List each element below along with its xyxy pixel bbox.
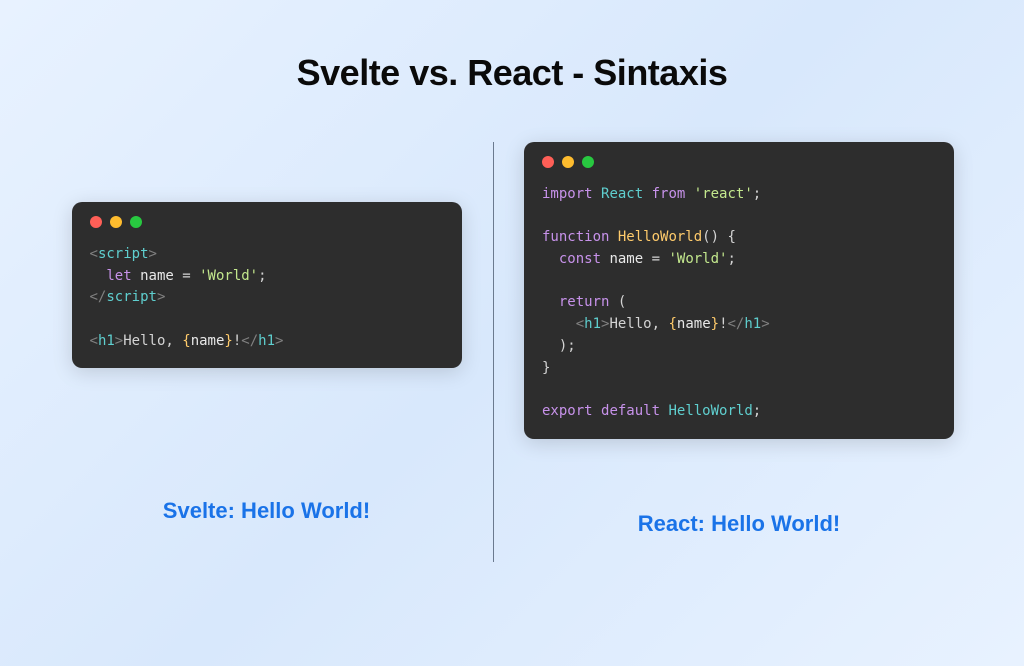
- maximize-dot-icon: [582, 156, 594, 168]
- minimize-dot-icon: [110, 216, 122, 228]
- react-code-line: function HelloWorld() {: [542, 227, 936, 249]
- react-code-line: const name = 'World';: [542, 249, 936, 271]
- svelte-caption: Svelte: Hello World!: [163, 458, 370, 524]
- react-code-line: [542, 206, 936, 228]
- svelte-code-line: let name = 'World';: [90, 266, 444, 288]
- window-controls: [90, 216, 444, 228]
- react-caption: React: Hello World!: [638, 471, 841, 537]
- svelte-code-line: </script>: [90, 287, 444, 309]
- react-code-line: export default HelloWorld;: [542, 401, 936, 423]
- svelte-code-line: <h1>Hello, {name}!</h1>: [90, 331, 444, 353]
- react-code-line: return (: [542, 292, 936, 314]
- svelte-code-window: <script> let name = 'World'; </script> <…: [72, 202, 462, 368]
- window-controls: [542, 156, 936, 168]
- comparison-row: <script> let name = 'World'; </script> <…: [0, 142, 1024, 562]
- react-code-line: }: [542, 358, 936, 380]
- react-code-line: [542, 271, 936, 293]
- react-code-line: );: [542, 336, 936, 358]
- minimize-dot-icon: [562, 156, 574, 168]
- react-column: import React from 'react'; function Hell…: [494, 142, 984, 562]
- svelte-code-line: [90, 309, 444, 331]
- react-code-line: import React from 'react';: [542, 184, 936, 206]
- page-title: Svelte vs. React - Sintaxis: [0, 0, 1024, 142]
- maximize-dot-icon: [130, 216, 142, 228]
- react-code-window: import React from 'react'; function Hell…: [524, 142, 954, 439]
- svelte-column: <script> let name = 'World'; </script> <…: [40, 142, 493, 562]
- react-code-line: [542, 379, 936, 401]
- svelte-code-line: <script>: [90, 244, 444, 266]
- react-code-line: <h1>Hello, {name}!</h1>: [542, 314, 936, 336]
- close-dot-icon: [542, 156, 554, 168]
- close-dot-icon: [90, 216, 102, 228]
